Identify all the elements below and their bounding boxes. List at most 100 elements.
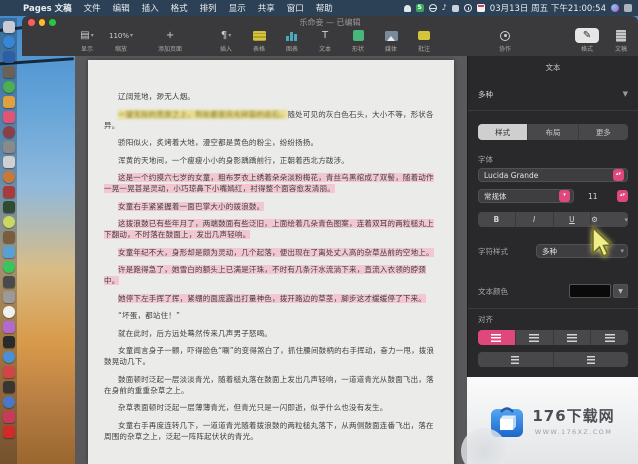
text-color-dropdown[interactable]: ▼ <box>613 284 628 298</box>
dock-safari-icon[interactable] <box>2 36 15 48</box>
dock-finder-icon[interactable] <box>2 21 15 33</box>
dock-photo-booth-icon[interactable] <box>2 126 15 138</box>
italic-button[interactable]: I <box>516 212 554 227</box>
doc-paragraph: 骄阳似火，炙烤着大地，漫空都是黄色的粉尘，纷纷扬扬。 <box>118 138 319 147</box>
indent-increase-button[interactable] <box>554 352 629 367</box>
menu-pages[interactable]: Pages 文稿 <box>23 2 72 14</box>
sidebar-tabs: 样式 布局 更多 <box>478 124 628 140</box>
menu-help[interactable]: 帮助 <box>316 2 333 14</box>
table-button[interactable]: 表格 <box>248 28 270 53</box>
dock-camera-icon[interactable] <box>2 66 15 78</box>
font-size-stepper[interactable]: ▴▾ <box>617 190 628 202</box>
tab-layout[interactable]: 布局 <box>528 124 579 140</box>
add-page-button[interactable]: + 添加页面 <box>158 28 182 53</box>
font-style-select[interactable]: 常规体 ▾ <box>478 189 574 203</box>
dock-blue-app-icon[interactable] <box>2 351 15 363</box>
dock-frames-app-icon[interactable] <box>2 381 15 393</box>
dock-purple-app-icon[interactable] <box>2 321 15 333</box>
align-left-button[interactable] <box>478 330 516 345</box>
dock-launchpad-icon[interactable] <box>2 186 15 198</box>
dock-black-app-icon[interactable] <box>2 336 15 348</box>
indent-decrease-button[interactable] <box>478 352 554 367</box>
window-chrome: 乐命妾 — 已编辑 ▤ ▾ 显示 110% ▾ 缩放 + 添加页面 ¶ ▾ 插入 表格 <box>22 16 638 56</box>
bell-icon[interactable] <box>403 4 411 12</box>
text-color-label: 文本颜色 <box>478 286 508 296</box>
underline-button[interactable]: U <box>554 212 592 227</box>
dock-dark-green-app-icon[interactable] <box>2 201 15 213</box>
chart-button[interactable]: 图表 <box>281 28 303 53</box>
font-family-stepper[interactable]: ▴▾ <box>613 169 624 181</box>
zoom-button[interactable]: 110% ▾ 缩放 <box>109 28 133 54</box>
calendar-icon[interactable] <box>476 4 485 12</box>
view-button[interactable]: ▤ ▾ 显示 <box>76 28 98 53</box>
gear-button[interactable]: ⚙ ▾ <box>591 212 628 227</box>
font-style-dropdown[interactable]: ▾ <box>559 190 570 202</box>
chevron-down-icon: ▾ <box>620 247 624 255</box>
doc-paragraph: 许是跑得急了，她雪白的额头上已满是汗珠，不时有几条汗水流淌下来，直流入衣领的脖颈… <box>104 265 426 285</box>
input-source-s-icon[interactable]: S <box>415 4 424 12</box>
globe-icon[interactable] <box>428 4 437 12</box>
dock-appstore-icon[interactable] <box>2 96 15 108</box>
dock-music-app-icon[interactable] <box>2 306 15 318</box>
shape-button[interactable]: 形状 <box>347 28 369 53</box>
comment-button[interactable]: 批注 <box>413 28 435 53</box>
doc-paragraph: 浑黄的天地间，一个瘦瘦小小的身影踽踽前行，正朝着西北方跋涉。 <box>118 155 349 165</box>
dock-pink-app-icon[interactable] <box>2 111 15 123</box>
dock-camera2-icon[interactable] <box>2 276 15 288</box>
clock-icon[interactable] <box>463 4 472 12</box>
align-right-button[interactable] <box>554 330 592 345</box>
insert-icon: ¶ ▾ <box>220 30 232 41</box>
dock-folder-icon[interactable] <box>2 396 15 408</box>
menu-view[interactable]: 显示 <box>229 2 246 14</box>
menu-file[interactable]: 文件 <box>84 2 101 14</box>
siri-icon[interactable] <box>611 4 619 12</box>
align-center-button[interactable] <box>516 330 554 345</box>
menu-arrange[interactable]: 排列 <box>200 2 217 14</box>
dock-orange-app-icon[interactable] <box>2 171 15 183</box>
insert-button[interactable]: ¶ ▾ 插入 <box>215 28 237 53</box>
text-color-row: 文本颜色 ▼ <box>478 284 628 298</box>
dock-mail-icon[interactable] <box>2 51 15 63</box>
shape-icon <box>352 28 364 43</box>
menu-window[interactable]: 窗口 <box>287 2 304 14</box>
paragraph-style-dropdown[interactable]: 多种 ▼ <box>478 86 628 102</box>
collaborate-button[interactable]: 协作 <box>494 28 516 53</box>
text-color-well[interactable] <box>569 284 611 298</box>
dock-heart-app-icon[interactable] <box>2 411 15 423</box>
align-center-icon <box>529 333 540 342</box>
panel-title: 文本 <box>545 63 561 72</box>
dock-globe-app-icon[interactable] <box>2 141 15 153</box>
control-center-icon[interactable] <box>624 4 632 12</box>
dock-settings-icon[interactable] <box>2 291 15 303</box>
tab-style[interactable]: 样式 <box>478 124 529 140</box>
align-right-icon <box>566 333 577 342</box>
menu-insert[interactable]: 插入 <box>142 2 159 14</box>
notification-icon[interactable] <box>451 4 459 12</box>
text-button[interactable]: T 文本 <box>314 28 336 53</box>
menu-datetime[interactable]: 03月13日 周五 下午21:00:54 <box>490 2 606 14</box>
dock-red-app-icon[interactable] <box>2 366 15 378</box>
bold-button[interactable]: B <box>478 212 516 227</box>
dock-photos-icon[interactable] <box>2 216 15 228</box>
dock-cloud-app-icon[interactable] <box>2 246 15 258</box>
media-button[interactable]: 媒体 <box>380 28 402 53</box>
menu-format[interactable]: 格式 <box>171 2 188 14</box>
format-button[interactable]: ✎ 格式 <box>575 28 600 53</box>
dock-red-bottom-app-icon[interactable] <box>2 426 15 438</box>
document-page[interactable]: 辽阔荒地，渺无人烟。 一望无际的荒原之上，到处都是风化碎裂的岩石，随处可见的灰白… <box>88 60 454 464</box>
dock-wechat-icon[interactable] <box>2 81 15 93</box>
document-button[interactable]: 文稿 <box>610 28 632 53</box>
toolbar: ▤ ▾ 显示 110% ▾ 缩放 + 添加页面 ¶ ▾ 插入 表格 图表 T 文… <box>22 28 638 56</box>
dock-phone-icon[interactable] <box>2 261 15 273</box>
tab-more[interactable]: 更多 <box>579 124 628 140</box>
doc-paragraph: 这是一个约摸六七岁的女童，粗布罗衣上绣着朵朵淡粉梅花，青丝乌黑绾成了双髻，随着动… <box>104 173 434 193</box>
font-family-select[interactable]: Lucida Grande ▴▾ <box>478 168 628 182</box>
menu-share[interactable]: 共享 <box>258 2 275 14</box>
dock-calculator-icon[interactable] <box>2 156 15 168</box>
music-icon[interactable]: ♪ <box>442 4 447 12</box>
doc-paragraph: 辽阔荒地，渺无人烟。 <box>118 92 195 101</box>
menu-edit[interactable]: 编辑 <box>113 2 130 14</box>
align-justify-button[interactable] <box>591 330 628 345</box>
watermark-title: 176下载网 <box>532 407 615 425</box>
dock-brown-app-icon[interactable] <box>2 231 15 243</box>
